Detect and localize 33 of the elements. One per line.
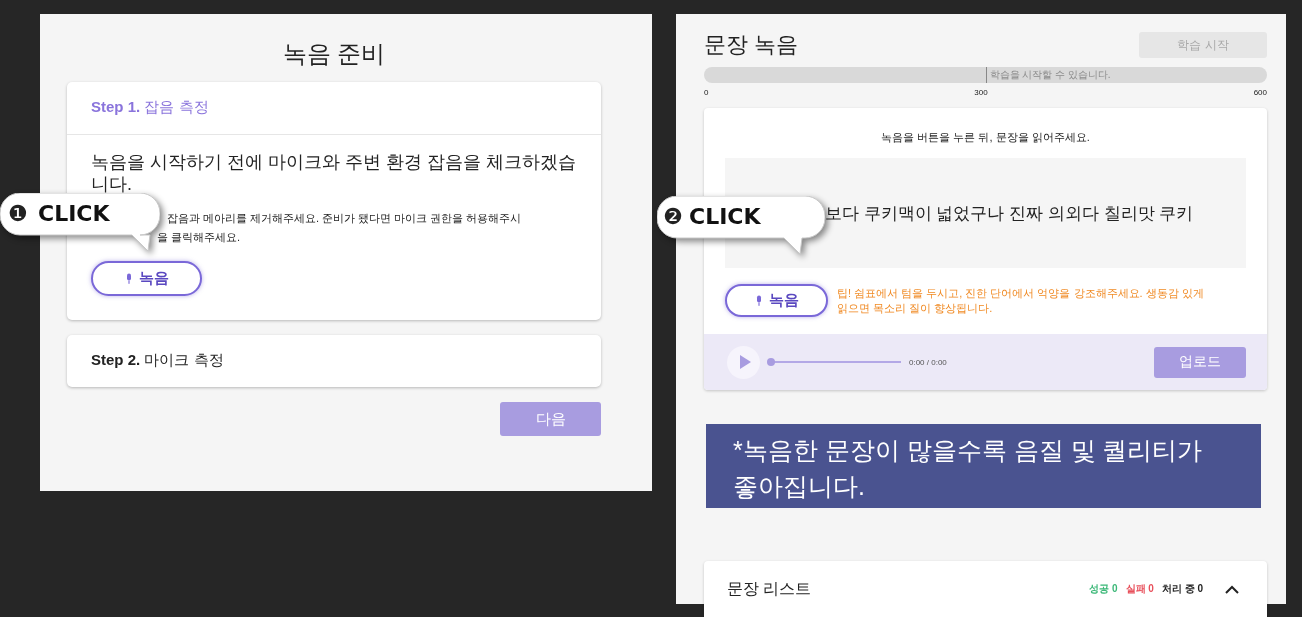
sentence-text: 보다 쿠키맥이 넓었구나 진짜 의외다 칠리맛 쿠키 xyxy=(825,202,1194,225)
play-icon xyxy=(739,355,751,369)
tick-label: 0 xyxy=(704,87,709,99)
chevron-icon[interactable] xyxy=(1225,584,1239,594)
callout-label: CLICK xyxy=(38,200,110,228)
tick-label: 300 xyxy=(974,87,988,99)
record-button[interactable]: 녹음 xyxy=(91,261,202,296)
time-text: 0:00 / 0:00 xyxy=(909,357,947,367)
tick-label: 600 xyxy=(1253,87,1267,99)
intro-text: 녹음을 시작하기 전에 마이크와 주변 환경 잡음을 체크하겠습니다. xyxy=(91,151,577,195)
microphone-icon xyxy=(124,272,133,285)
microphone-icon xyxy=(754,294,763,307)
record-button[interactable]: 녹음 xyxy=(725,284,828,317)
next-button[interactable]: 다음 xyxy=(500,402,601,436)
step-number: ❶ xyxy=(8,200,28,228)
notice-text: *녹음한 문장이 많을수록 음질 및 퀄리티가 좋아집니다. xyxy=(733,435,1204,502)
status-count: 처리 중 0 xyxy=(1161,582,1203,596)
status-count: 성공 0 xyxy=(1089,582,1118,596)
callout-label: CLICK xyxy=(689,203,761,231)
step-header[interactable]: Step 2. 마이크 측정 xyxy=(67,335,601,387)
page-title: 문장 녹음 xyxy=(704,31,799,59)
step-number: ❷ xyxy=(663,203,683,231)
play-button[interactable] xyxy=(727,345,760,379)
tip-text: 팁! 쉼표에서 텀을 두시고, 진한 단어에서 억양을 강조해주세요. 생동감 있게 읽으면 목소리 질이 향상됩니다. xyxy=(837,285,1205,316)
instruction-text: 잡음과 메아리를 제거해주세요. 준비가 됐다면 마이크 권한을 허용해주시 xyxy=(167,211,522,226)
upload-button[interactable]: 업로드 xyxy=(1154,346,1246,378)
step-header[interactable]: Step 1. 잡음 측정 xyxy=(67,82,601,135)
page-title: 녹음 준비 xyxy=(281,39,387,69)
instruction-text: 을 클릭해주세요. xyxy=(157,230,241,245)
seek-thumb[interactable] xyxy=(767,358,775,366)
instruction-text: 녹음을 버튼을 누른 뒤, 문장을 읽어주세요. xyxy=(880,130,1091,144)
status-count: 실패 0 xyxy=(1125,582,1154,596)
list-title: 문장 리스트 xyxy=(727,578,812,599)
